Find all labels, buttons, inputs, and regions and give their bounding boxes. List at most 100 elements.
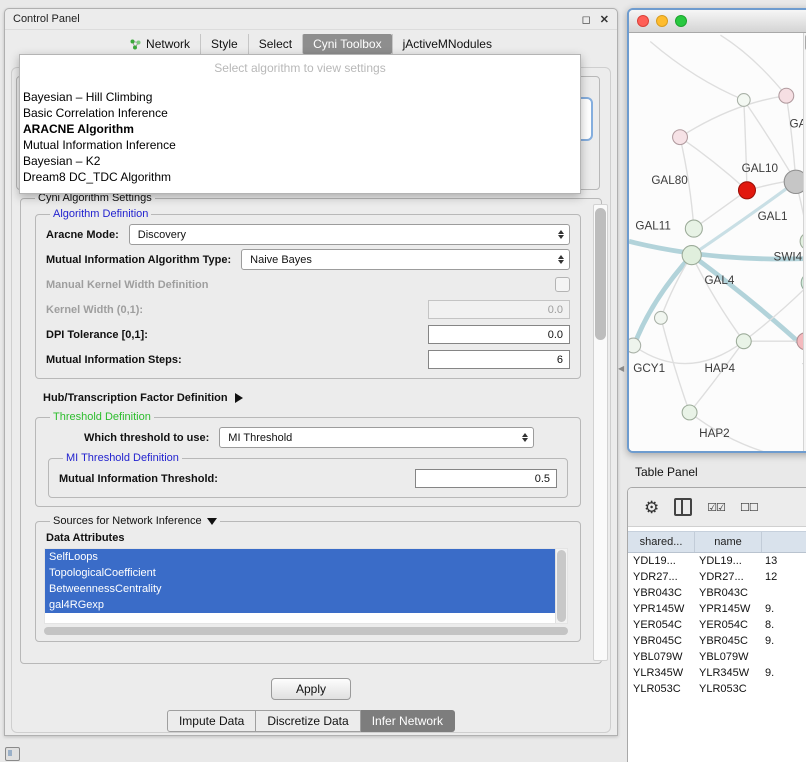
table-header: shared... name — [628, 531, 806, 553]
table-row[interactable]: YBR043CYBR043C — [628, 585, 806, 601]
graph-node[interactable] — [682, 246, 701, 265]
collapsed-panel-icon[interactable] — [5, 747, 20, 761]
mi-type-select[interactable]: Naive Bayes — [241, 249, 570, 270]
table-cell — [760, 649, 806, 665]
algorithm-option[interactable]: Bayesian – Hill Climbing — [20, 89, 580, 105]
panel-splitter-handle[interactable]: ◀ — [618, 364, 624, 373]
table-row[interactable]: YBR045CYBR045C9. — [628, 633, 806, 649]
mi-steps-input[interactable]: 6 — [428, 350, 570, 369]
settings-vertical-scrollbar[interactable] — [593, 204, 608, 661]
table-cell: 9. — [760, 601, 806, 617]
mi-type-label: Mutual Information Algorithm Type: — [46, 254, 231, 266]
node-label: GAL4 — [704, 274, 734, 287]
graph-edge — [692, 255, 744, 341]
graph-node[interactable] — [673, 130, 688, 145]
algorithm-option[interactable]: Dream8 DC_TDC Algorithm — [20, 169, 580, 185]
columns-icon[interactable] — [674, 498, 692, 516]
aracne-mode-select[interactable]: Discovery — [129, 224, 570, 245]
mi-threshold-input[interactable]: 0.5 — [415, 469, 557, 488]
column-header-extra[interactable] — [762, 532, 806, 552]
table-cell: YDR27... — [628, 569, 694, 585]
attributes-horizontal-scrollbar[interactable] — [44, 627, 568, 635]
table-cell: YER054C — [628, 617, 694, 633]
graph-node[interactable] — [736, 334, 751, 349]
tab-network[interactable]: Network — [120, 34, 200, 54]
algorithm-option[interactable]: ARACNE Algorithm — [20, 121, 580, 137]
control-panel-titlebar[interactable]: Control Panel ◻ ✕ — [5, 9, 617, 30]
algorithm-dropdown-popup: Select algorithm to view settings Bayesi… — [19, 54, 581, 194]
minimize-traffic-icon[interactable] — [656, 15, 668, 27]
graph-node[interactable] — [738, 182, 755, 199]
tab-jactivemnodules[interactable]: jActiveMNodules — [392, 34, 502, 54]
graph-edge — [661, 318, 690, 413]
close-panel-icon[interactable]: ✕ — [600, 13, 609, 26]
table-row[interactable]: YLR345WYLR345W9. — [628, 665, 806, 681]
attributes-vertical-scrollbar[interactable] — [555, 549, 567, 623]
graph-node[interactable] — [737, 94, 750, 107]
table-cell: YBR043C — [694, 585, 760, 601]
algorithm-option[interactable]: Basic Correlation Inference — [20, 105, 580, 121]
collapse-arrow-icon — [207, 518, 217, 525]
column-header-shared[interactable]: shared... — [628, 532, 695, 552]
graph-edge — [744, 283, 806, 341]
attribute-item[interactable]: TopologicalCoefficient — [45, 565, 555, 581]
mi-steps-row: Mutual Information Steps: 6 — [44, 347, 572, 372]
sources-title[interactable]: Sources for Network Inference — [50, 515, 220, 527]
graph-edge — [633, 341, 744, 363]
top-tabs: NetworkStyleSelectCyni ToolboxjActiveMNo… — [5, 32, 617, 56]
table-cell: YLR345W — [628, 665, 694, 681]
gear-icon[interactable]: ⚙ — [644, 499, 659, 516]
bottom-tab-discretize-data[interactable]: Discretize Data — [256, 710, 360, 732]
bottom-tab-impute-data[interactable]: Impute Data — [167, 710, 256, 732]
tab-cyni-toolbox[interactable]: Cyni Toolbox — [302, 34, 391, 54]
network-graph[interactable]: GAL80GALGAL10GAL11GAL1SWI4GAL4GCY1HAP4YH… — [629, 33, 806, 451]
table-row[interactable]: YLR053CYLR053C — [628, 681, 806, 697]
data-attributes-label: Data Attributes — [46, 532, 572, 544]
graph-node[interactable] — [685, 220, 702, 237]
table-cell: YDL19... — [694, 553, 760, 569]
graph-node[interactable] — [779, 88, 794, 103]
graph-node[interactable] — [682, 405, 697, 420]
attribute-item[interactable]: gal4RGexp — [45, 597, 555, 613]
attribute-item[interactable]: BetweennessCentrality — [45, 581, 555, 597]
table-row[interactable]: YDL19...YDL19...13 — [628, 553, 806, 569]
float-panel-icon[interactable]: ◻ — [582, 13, 591, 26]
kernel-width-input[interactable]: 0.0 — [428, 300, 570, 319]
which-threshold-select[interactable]: MI Threshold — [219, 427, 534, 448]
select-all-icon[interactable]: ☑☑ — [707, 501, 725, 514]
graph-edge — [720, 35, 786, 96]
network-canvas[interactable]: GAL80GALGAL10GAL11GAL1SWI4GAL4GCY1HAP4YH… — [629, 33, 806, 451]
deselect-all-icon[interactable]: ☐☐ — [740, 501, 758, 514]
graph-edge — [650, 42, 744, 100]
tab-style[interactable]: Style — [200, 34, 248, 54]
table-row[interactable]: YDR27...YDR27...12 — [628, 569, 806, 585]
algorithm-option[interactable]: Bayesian – K2 — [20, 153, 580, 169]
table-cell: YBL079W — [628, 649, 694, 665]
close-traffic-icon[interactable] — [637, 15, 649, 27]
manual-kernel-checkbox[interactable] — [555, 277, 570, 292]
apply-button[interactable]: Apply — [271, 678, 351, 700]
manual-kernel-row: Manual Kernel Width Definition — [44, 272, 572, 297]
graph-node[interactable] — [629, 338, 641, 353]
hub-definition-expander[interactable]: Hub/Transcription Factor Definition — [29, 387, 593, 409]
table-cell: YBR045C — [694, 633, 760, 649]
table-row[interactable]: YBL079WYBL079W — [628, 649, 806, 665]
column-header-name[interactable]: name — [695, 532, 762, 552]
algorithm-option[interactable]: Mutual Information Inference — [20, 137, 580, 153]
dpi-tolerance-input[interactable]: 0.0 — [428, 325, 570, 344]
graph-node[interactable] — [655, 311, 668, 324]
network-window-titlebar[interactable] — [629, 10, 806, 33]
table-cell — [760, 681, 806, 697]
tab-select[interactable]: Select — [248, 34, 302, 54]
node-label: HAP2 — [699, 427, 730, 440]
table-row[interactable]: YER054CYER054C8. — [628, 617, 806, 633]
zoom-traffic-icon[interactable] — [675, 15, 687, 27]
bottom-tab-infer-network[interactable]: Infer Network — [361, 710, 455, 732]
table-row[interactable]: YPR145WYPR145W9. — [628, 601, 806, 617]
node-label: GAL10 — [742, 162, 779, 175]
aracne-mode-value: Discovery — [138, 229, 186, 241]
attribute-item[interactable]: SelfLoops — [45, 549, 555, 565]
algorithm-definition-title: Algorithm Definition — [50, 208, 151, 220]
algorithm-placeholder: Select algorithm to view settings — [20, 55, 580, 75]
table-cell: YER054C — [694, 617, 760, 633]
